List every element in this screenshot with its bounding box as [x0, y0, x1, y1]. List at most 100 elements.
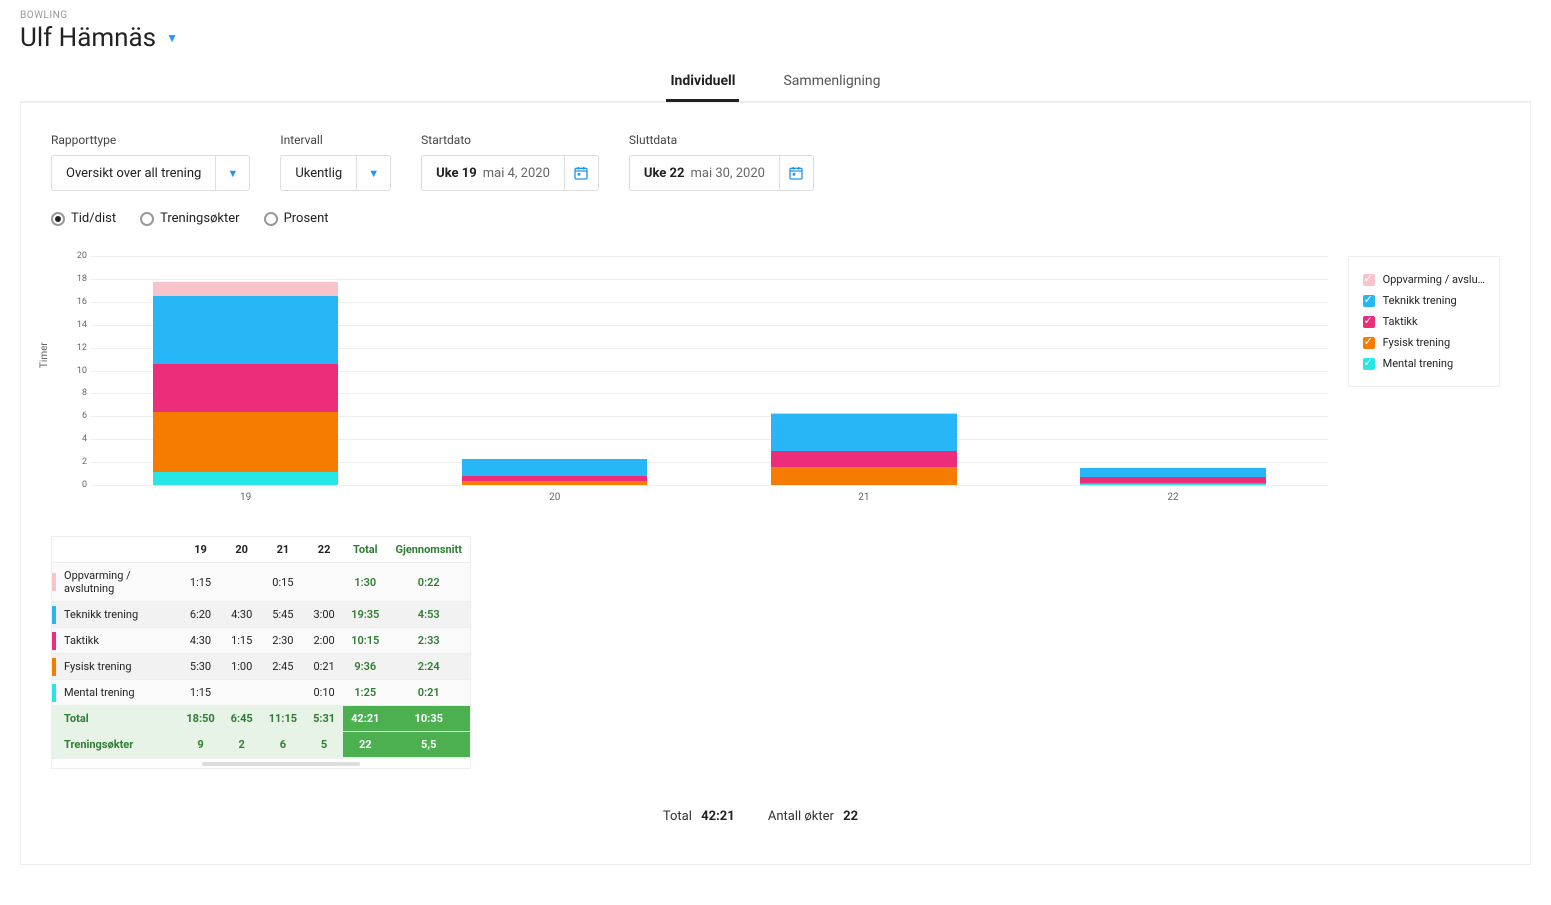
row-total: 19:35	[343, 602, 387, 628]
bar-segment	[153, 282, 338, 295]
stacked-bar-chart: Timer 0246810121416182019202122	[51, 256, 1328, 506]
footer-summary: Total 42:21 Antall økter 22	[51, 809, 1500, 824]
chevron-down-icon[interactable]: ▼	[215, 156, 249, 190]
end-date: mai 30, 2020	[690, 166, 764, 181]
radio-sessions[interactable]: Treningsøkter	[140, 211, 240, 226]
table-cell: 5:30	[178, 654, 222, 680]
tabs: Individuell Sammenligning	[20, 63, 1531, 102]
row-total: 1:25	[343, 680, 387, 706]
legend-label: Fysisk trening	[1383, 336, 1451, 349]
legend-swatch	[1363, 274, 1375, 286]
table-cell: 1:15	[178, 563, 222, 602]
y-tick: 4	[63, 434, 87, 444]
table-row: Taktikk4:301:152:302:0010:152:33	[52, 628, 471, 654]
bar-segment	[153, 296, 338, 364]
legend-item-fysisk[interactable]: Fysisk trening	[1363, 332, 1485, 353]
table-cell: 6:20	[178, 602, 222, 628]
radio-percent-label: Prosent	[284, 211, 329, 226]
legend-swatch	[1363, 337, 1375, 349]
radio-percent[interactable]: Prosent	[264, 211, 329, 226]
start-date-picker[interactable]: Uke 19 mai 4, 2020	[421, 155, 599, 191]
table-header-week: 19	[178, 537, 222, 563]
calendar-icon[interactable]	[564, 156, 598, 190]
y-tick: 2	[63, 457, 87, 467]
start-date-label: Startdato	[421, 133, 599, 147]
table-header-week: 20	[223, 537, 261, 563]
legend-item-taktikk[interactable]: Taktikk	[1363, 311, 1485, 332]
y-tick: 10	[63, 366, 87, 376]
x-tick: 22	[1167, 492, 1178, 503]
table-header-week: 21	[261, 537, 305, 563]
footer-total-value: 42:21	[701, 809, 735, 824]
table-cell	[223, 563, 261, 602]
radio-time-label: Tid/dist	[71, 211, 116, 226]
bar-segment	[462, 481, 647, 485]
table-cell: 3:00	[305, 602, 343, 628]
legend-label: Taktikk	[1383, 315, 1418, 328]
row-label: Mental trening	[56, 680, 178, 706]
x-tick: 21	[858, 492, 869, 503]
y-tick: 18	[63, 274, 87, 284]
table-header-avg: Gjennomsnitt	[387, 537, 470, 563]
tab-individual[interactable]: Individuell	[666, 63, 739, 101]
y-axis-label: Timer	[39, 342, 50, 368]
table-cell	[261, 680, 305, 706]
view-mode-radios: Tid/dist Treningsøkter Prosent	[51, 211, 1500, 226]
interval-select[interactable]: Ukentlig ▼	[280, 155, 391, 191]
legend-swatch	[1363, 358, 1375, 370]
footer-sessions-value: 22	[843, 809, 858, 824]
report-type-select[interactable]: Oversikt over all trening ▼	[51, 155, 250, 191]
y-tick: 16	[63, 297, 87, 307]
tab-compare[interactable]: Sammenligning	[779, 63, 884, 101]
table-total-row: Total18:506:4511:155:3142:2110:35	[52, 706, 471, 732]
interval-value: Ukentlig	[281, 156, 356, 190]
table-cell: 0:21	[305, 654, 343, 680]
row-label: Fysisk trening	[56, 654, 178, 680]
table-scrollbar[interactable]	[52, 758, 470, 768]
y-tick: 8	[63, 388, 87, 398]
summary-table: 19202122TotalGjennomsnittOppvarming / av…	[51, 536, 471, 769]
table-cell	[223, 680, 261, 706]
legend-item-teknikk[interactable]: Teknikk trening	[1363, 290, 1485, 311]
row-avg: 2:24	[387, 654, 470, 680]
page-title: Ulf Hämnäs	[20, 23, 156, 53]
table-cell: 4:30	[223, 602, 261, 628]
x-tick: 19	[240, 492, 251, 503]
legend-item-mental[interactable]: Mental trening	[1363, 353, 1485, 374]
calendar-icon[interactable]	[779, 156, 813, 190]
bar-segment	[153, 472, 338, 485]
row-avg: 0:22	[387, 563, 470, 602]
title-dropdown-caret[interactable]: ▼	[166, 31, 178, 45]
row-label: Teknikk trening	[56, 602, 178, 628]
bar-segment	[771, 451, 956, 467]
bar-segment	[771, 414, 956, 451]
table-row: Mental trening1:150:101:250:21	[52, 680, 471, 706]
legend-swatch	[1363, 316, 1375, 328]
radio-time[interactable]: Tid/dist	[51, 211, 116, 226]
end-date-label: Sluttdata	[629, 133, 814, 147]
legend-label: Teknikk trening	[1383, 294, 1457, 307]
table-cell: 2:30	[261, 628, 305, 654]
chevron-down-icon[interactable]: ▼	[356, 156, 390, 190]
table-cell: 0:10	[305, 680, 343, 706]
table-cell: 5:45	[261, 602, 305, 628]
report-type-value: Oversikt over all trening	[52, 156, 215, 190]
table-sessions-row: Treningsøkter9265225,5	[52, 732, 471, 758]
table-cell: 2:00	[305, 628, 343, 654]
table-cell: 1:00	[223, 654, 261, 680]
table-cell: 4:30	[178, 628, 222, 654]
row-label: Oppvarming / avslutning	[56, 563, 178, 602]
end-date-picker[interactable]: Uke 22 mai 30, 2020	[629, 155, 814, 191]
table-cell: 1:15	[223, 628, 261, 654]
table-row: Fysisk trening5:301:002:450:219:362:24	[52, 654, 471, 680]
table-cell	[305, 563, 343, 602]
x-tick: 20	[549, 492, 560, 503]
row-total: 1:30	[343, 563, 387, 602]
y-tick: 12	[63, 343, 87, 353]
end-week: Uke 22	[644, 166, 685, 181]
row-total: 9:36	[343, 654, 387, 680]
start-date: mai 4, 2020	[483, 166, 550, 181]
radio-sessions-label: Treningsøkter	[160, 211, 240, 226]
legend-item-oppvarming[interactable]: Oppvarming / avslu…	[1363, 269, 1485, 290]
y-tick: 14	[63, 320, 87, 330]
